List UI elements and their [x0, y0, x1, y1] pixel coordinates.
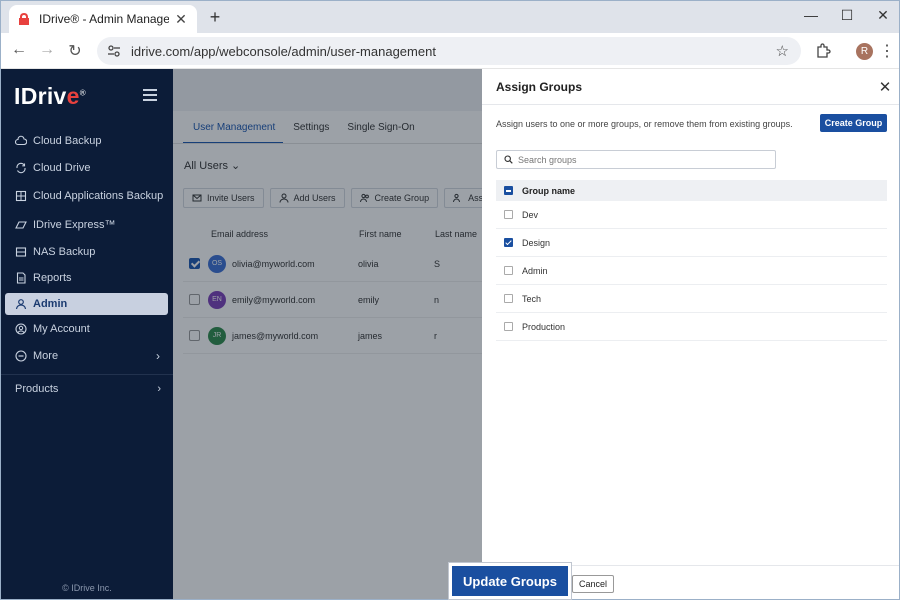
browser-tab-bar: IDrive® - Admin Management ✕ + — ☐ ✕ [1, 1, 899, 33]
sidebar-divider [1, 374, 173, 375]
nas-icon [15, 247, 27, 257]
maximize-icon[interactable]: ☐ [837, 7, 857, 24]
tab-close-icon[interactable]: ✕ [173, 11, 189, 28]
close-icon[interactable]: ✕ [878, 78, 892, 96]
tab-title: IDrive® - Admin Management [39, 12, 169, 26]
sidebar-item-more[interactable]: More › [5, 345, 168, 367]
update-groups-button[interactable]: Update Groups [449, 563, 571, 599]
search-groups-input[interactable] [518, 154, 775, 165]
sync-icon [16, 162, 26, 174]
group-checkbox[interactable] [504, 238, 513, 247]
group-checkbox[interactable] [504, 210, 513, 219]
hamburger-menu-icon[interactable] [143, 89, 157, 101]
site-settings-icon[interactable] [107, 44, 121, 58]
idrive-logo[interactable]: IDrive® [14, 83, 86, 110]
browser-menu-icon[interactable]: ⋮ [879, 41, 895, 61]
reload-icon[interactable]: ↻ [65, 41, 85, 61]
group-row-design[interactable]: Design [496, 229, 887, 257]
group-checkbox[interactable] [504, 294, 513, 303]
create-group-button[interactable]: Create Group [820, 114, 887, 132]
chevron-right-icon: › [156, 349, 160, 363]
group-row-production[interactable]: Production [496, 313, 887, 341]
extensions-icon[interactable] [815, 43, 831, 59]
account-icon [15, 323, 27, 335]
bookmark-star-icon[interactable]: ☆ [776, 42, 789, 60]
group-row-admin[interactable]: Admin [496, 257, 887, 285]
browser-tab[interactable]: IDrive® - Admin Management ✕ [9, 5, 197, 33]
select-all-checkbox[interactable] [504, 186, 513, 195]
sidebar-item-nas-backup[interactable]: NAS Backup [5, 241, 168, 263]
profile-avatar[interactable]: R [856, 43, 873, 60]
sidebar: IDrive® Cloud Backup Cloud Drive Cloud A… [1, 69, 173, 599]
sidebar-item-my-account[interactable]: My Account [5, 318, 168, 340]
back-arrow-icon[interactable]: ← [9, 41, 29, 59]
chevron-right-icon: › [157, 383, 161, 395]
cloud-upload-icon [15, 135, 27, 146]
sidebar-item-cloud-backup[interactable]: Cloud Backup [5, 130, 168, 152]
more-icon [15, 350, 27, 362]
sidebar-item-idrive-express[interactable]: IDrive Express™ [5, 214, 168, 236]
minimize-icon[interactable]: — [801, 7, 821, 23]
drawer-header: Assign Groups ✕ [482, 69, 899, 105]
drawer-description: Assign users to one or more groups, or r… [496, 119, 793, 129]
report-icon [16, 272, 26, 284]
sidebar-item-cloud-drive[interactable]: Cloud Drive [5, 157, 168, 179]
search-groups-box[interactable] [496, 150, 776, 169]
url-text: idrive.com/app/webconsole/admin/user-man… [131, 43, 436, 59]
idrive-favicon-icon [19, 13, 29, 25]
window-close-icon[interactable]: ✕ [873, 7, 893, 24]
assign-groups-drawer: Assign Groups ✕ Assign users to one or m… [482, 69, 899, 599]
sidebar-item-admin[interactable]: Admin [5, 293, 168, 315]
url-field[interactable]: idrive.com/app/webconsole/admin/user-man… [97, 37, 801, 65]
new-tab-button[interactable]: + [205, 7, 225, 28]
sidebar-item-products[interactable]: Products › [15, 383, 165, 395]
search-icon [504, 155, 513, 164]
copyright-text: © IDrive Inc. [62, 583, 112, 593]
sidebar-item-reports[interactable]: Reports [5, 267, 168, 289]
apps-icon [15, 190, 27, 202]
group-checkbox[interactable] [504, 266, 513, 275]
sidebar-item-cloud-applications-backup[interactable]: Cloud Applications Backup [5, 185, 168, 207]
forward-arrow-icon[interactable]: → [37, 41, 57, 59]
group-checkbox[interactable] [504, 322, 513, 331]
groups-table-header: Group name [496, 180, 887, 201]
cancel-button[interactable]: Cancel [572, 575, 614, 593]
group-row-tech[interactable]: Tech [496, 285, 887, 313]
modal-backdrop[interactable] [173, 69, 482, 599]
user-admin-icon [15, 299, 27, 310]
group-row-dev[interactable]: Dev [496, 201, 887, 229]
express-icon [15, 221, 27, 229]
drawer-title: Assign Groups [496, 80, 583, 94]
address-bar: ← → ↻ idrive.com/app/webconsole/admin/us… [1, 33, 899, 69]
